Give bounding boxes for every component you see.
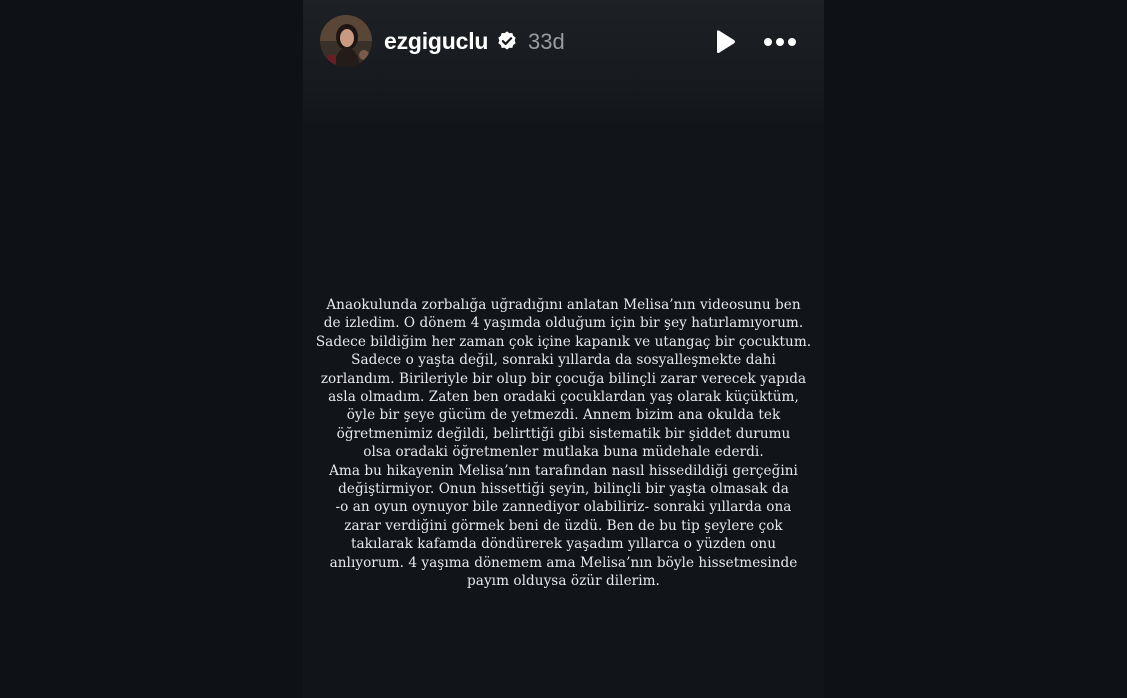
story-text-line: anlıyorum. 4 yaşıma dönemem ama Melisa’n…: [329, 554, 798, 571]
more-options-button[interactable]: [758, 30, 802, 54]
story-text-line: -o an oyun oynuyor bile zannediyor olabi…: [335, 499, 792, 516]
story-text-line: de izledim. O dönem 4 yaşımda olduğum iç…: [323, 315, 804, 332]
story-text-line: Anaokulunda zorbalığa uğradığını anlatan…: [326, 297, 801, 313]
avatar[interactable]: [320, 15, 372, 67]
story-header: ezgiguclu 33d: [303, 0, 824, 125]
story-text-line: öğretmenimiz değildi, belirttiği gibi si…: [336, 425, 791, 442]
story-text-line: öyle bir şeye gücüm de yetmezdi. Annem b…: [346, 407, 781, 424]
play-button[interactable]: [706, 26, 740, 58]
story-text-line: asla olmadım. Zaten ben oradaki çocuklar…: [328, 389, 799, 406]
story-text: Anaokulunda zorbalığa uğradığını anlatan…: [303, 296, 824, 591]
story-text-line: zorlandım. Birileriyle bir olup bir çocu…: [320, 370, 807, 387]
story-text-line: takılarak kafamda döndürerek yaşadım yıl…: [350, 536, 776, 553]
story-viewer[interactable]: ezgiguclu 33d Anaokulunda zorbalığa uğra…: [303, 0, 824, 698]
verified-badge-icon: [498, 31, 516, 50]
story-text-line: zarar verdiğini görmek beni de üzdü. Ben…: [344, 517, 783, 534]
story-text-line: Sadece bildiğim her zaman çok içine kapa…: [315, 333, 812, 350]
avatar-image: [320, 15, 372, 67]
play-icon: [717, 30, 735, 54]
story-text-line: Ama bu hikayenin Melisa’nın tarafından n…: [329, 462, 798, 479]
story-time-ago: 33d: [528, 29, 565, 54]
page: ezgiguclu 33d Anaokulunda zorbalığa uğra…: [0, 0, 1127, 698]
story-text-line: Sadece o yaşta değil, sonraki yıllarda d…: [351, 352, 776, 369]
story-text-line: değiştirmiyor. Onun hissettiği şeyin, bi…: [338, 481, 789, 498]
username[interactable]: ezgiguclu: [384, 26, 488, 56]
story-text-line: olsa oradaki öğretmenler mutlaka buna mü…: [363, 444, 764, 461]
story-text-line: payım olduysa özür dilerim.: [467, 573, 660, 590]
more-options-icon: [764, 38, 796, 46]
